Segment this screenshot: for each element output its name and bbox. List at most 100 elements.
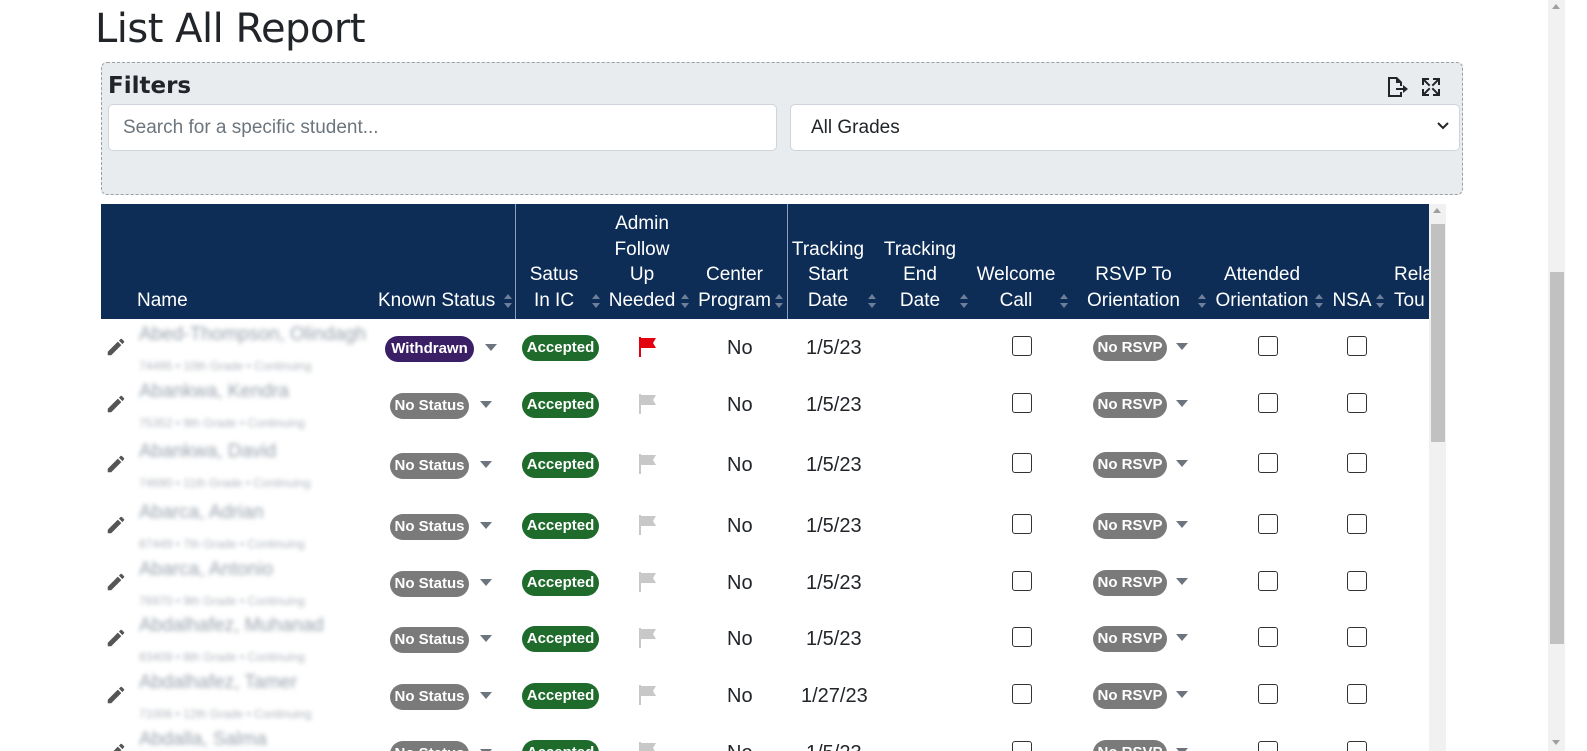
rsvp-badge[interactable]: No RSVP — [1093, 513, 1167, 539]
flag-icon[interactable] — [637, 572, 659, 592]
chevron-down-icon[interactable] — [1176, 691, 1188, 698]
table-scrollbar[interactable] — [1429, 204, 1446, 751]
attended-orientation-checkbox[interactable] — [1258, 741, 1278, 751]
nsa-checkbox[interactable] — [1347, 453, 1367, 473]
student-name[interactable]: Abed-Thompson, Olindagh — [139, 324, 366, 346]
attended-orientation-checkbox[interactable] — [1258, 627, 1278, 647]
welcome-call-checkbox[interactable] — [1012, 336, 1032, 356]
welcome-call-checkbox[interactable] — [1012, 571, 1032, 591]
rsvp-badge[interactable]: No RSVP — [1093, 626, 1167, 652]
chevron-down-icon[interactable] — [1176, 521, 1188, 528]
edit-icon[interactable] — [105, 393, 127, 415]
col-header-tracking-end[interactable]: Tracking End Date — [882, 237, 958, 314]
sort-icon[interactable] — [1059, 293, 1069, 309]
edit-icon[interactable] — [105, 741, 127, 751]
col-header-tracking-start[interactable]: Tracking Start Date — [790, 237, 866, 314]
col-header-status-ic[interactable]: Satus In IC — [529, 262, 579, 313]
welcome-call-checkbox[interactable] — [1012, 514, 1032, 534]
col-header-rsvp-orientation[interactable]: RSVP To Orientation — [1081, 262, 1186, 313]
known-status-badge[interactable]: No Status — [390, 453, 469, 479]
col-header-attended-orientation[interactable]: Attended Orientation — [1212, 262, 1312, 313]
search-input[interactable] — [108, 104, 777, 151]
chevron-down-icon[interactable] — [1176, 634, 1188, 641]
scroll-up-arrow[interactable] — [1433, 208, 1441, 213]
nsa-checkbox[interactable] — [1347, 741, 1367, 751]
chevron-down-icon[interactable] — [480, 522, 492, 529]
chevron-down-icon[interactable] — [480, 579, 492, 586]
student-name[interactable]: Abdalla, Salma — [139, 729, 267, 751]
nsa-checkbox[interactable] — [1347, 393, 1367, 413]
flag-icon[interactable] — [637, 685, 659, 705]
col-header-name[interactable]: Name — [137, 288, 188, 314]
edit-icon[interactable] — [105, 627, 127, 649]
welcome-call-checkbox[interactable] — [1012, 627, 1032, 647]
student-name[interactable]: Abankwa, David — [139, 441, 276, 463]
export-icon[interactable] — [1384, 75, 1408, 99]
known-status-badge[interactable]: No Status — [390, 741, 469, 751]
rsvp-badge[interactable]: No RSVP — [1093, 335, 1167, 361]
nsa-checkbox[interactable] — [1347, 627, 1367, 647]
col-header-nsa[interactable]: NSA — [1332, 288, 1372, 314]
welcome-call-checkbox[interactable] — [1012, 453, 1032, 473]
edit-icon[interactable] — [105, 571, 127, 593]
rsvp-badge[interactable]: No RSVP — [1093, 740, 1167, 751]
known-status-badge[interactable]: No Status — [390, 684, 469, 710]
sort-icon[interactable] — [1197, 293, 1207, 309]
known-status-badge[interactable]: No Status — [390, 514, 469, 540]
known-status-badge[interactable]: No Status — [390, 393, 469, 419]
col-header-known-status[interactable]: Known Status — [378, 288, 495, 314]
rsvp-badge[interactable]: No RSVP — [1093, 452, 1167, 478]
col-header-welcome-call[interactable]: Welcome Call — [971, 262, 1061, 313]
edit-icon[interactable] — [105, 453, 127, 475]
welcome-call-checkbox[interactable] — [1012, 393, 1032, 413]
attended-orientation-checkbox[interactable] — [1258, 514, 1278, 534]
sort-icon[interactable] — [503, 293, 513, 309]
known-status-badge[interactable]: No Status — [390, 627, 469, 653]
sort-icon[interactable] — [867, 293, 877, 309]
sort-icon[interactable] — [774, 293, 784, 309]
scroll-up-arrow[interactable] — [1552, 4, 1560, 9]
sort-icon[interactable] — [680, 293, 690, 309]
flag-icon[interactable] — [637, 628, 659, 648]
attended-orientation-checkbox[interactable] — [1258, 453, 1278, 473]
scroll-down-arrow[interactable] — [1552, 740, 1560, 745]
page-scrollbar[interactable] — [1548, 0, 1565, 751]
edit-icon[interactable] — [105, 684, 127, 706]
sort-icon[interactable] — [1314, 293, 1324, 309]
edit-icon[interactable] — [105, 514, 127, 536]
nsa-checkbox[interactable] — [1347, 684, 1367, 704]
scrollbar-thumb[interactable] — [1550, 272, 1564, 644]
student-name[interactable]: Abdalhafez, Muhanad — [139, 615, 324, 637]
nsa-checkbox[interactable] — [1347, 514, 1367, 534]
student-name[interactable]: Abarca, Antonio — [139, 559, 273, 581]
chevron-down-icon[interactable] — [480, 635, 492, 642]
scrollbar-thumb[interactable] — [1431, 224, 1445, 442]
expand-icon[interactable] — [1419, 75, 1443, 99]
student-name[interactable]: Abankwa, Kendra — [139, 381, 289, 403]
known-status-badge[interactable]: No Status — [390, 571, 469, 597]
grade-select[interactable]: All Grades — [790, 104, 1460, 151]
sort-icon[interactable] — [1375, 293, 1385, 309]
flag-icon[interactable] — [637, 742, 659, 751]
welcome-call-checkbox[interactable] — [1012, 684, 1032, 704]
sort-icon[interactable] — [591, 293, 601, 309]
chevron-down-icon[interactable] — [480, 401, 492, 408]
rsvp-badge[interactable]: No RSVP — [1093, 570, 1167, 596]
welcome-call-checkbox[interactable] — [1012, 741, 1032, 751]
known-status-badge[interactable]: Withdrawn — [385, 336, 474, 362]
col-header-center-program[interactable]: Center Program — [697, 262, 772, 313]
chevron-down-icon[interactable] — [1176, 343, 1188, 350]
student-name[interactable]: Abdalhafez, Tamer — [139, 672, 297, 694]
attended-orientation-checkbox[interactable] — [1258, 571, 1278, 591]
flag-icon[interactable] — [637, 337, 659, 357]
chevron-down-icon[interactable] — [1176, 578, 1188, 585]
chevron-down-icon[interactable] — [485, 344, 497, 351]
nsa-checkbox[interactable] — [1347, 571, 1367, 591]
chevron-down-icon[interactable] — [1176, 400, 1188, 407]
chevron-down-icon[interactable] — [480, 461, 492, 468]
attended-orientation-checkbox[interactable] — [1258, 393, 1278, 413]
rsvp-badge[interactable]: No RSVP — [1093, 683, 1167, 709]
edit-icon[interactable] — [105, 336, 127, 358]
attended-orientation-checkbox[interactable] — [1258, 684, 1278, 704]
student-name[interactable]: Abarca, Adrian — [139, 502, 264, 524]
